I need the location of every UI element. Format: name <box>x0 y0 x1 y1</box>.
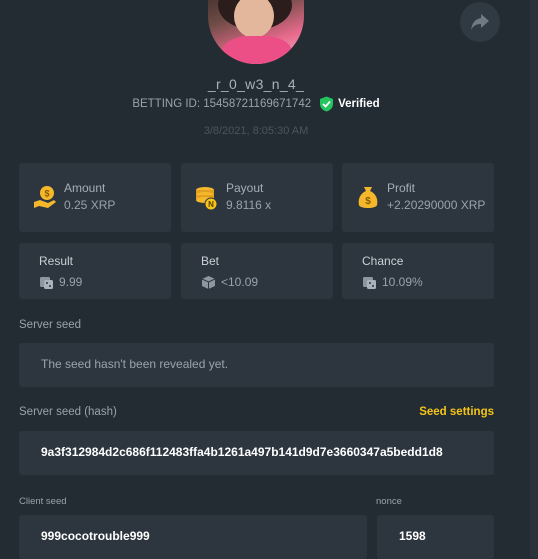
server-seed-hash-field[interactable]: 9a3f312984d2c686f112483ffa4b1261a497b141… <box>19 431 494 475</box>
server-seed-hash-value: 9a3f312984d2c686f112483ffa4b1261a497b141… <box>41 445 443 459</box>
betting-id: BETTING ID: 15458721169671742 <box>132 98 312 110</box>
result-value: 9.99 <box>59 275 83 289</box>
svg-text:N: N <box>208 200 214 209</box>
server-seed-label: Server seed <box>19 319 82 331</box>
nonce-value: 1598 <box>399 529 426 543</box>
payout-card: N Payout 9.8116 x <box>181 163 333 232</box>
verified-badge: Verified <box>319 96 380 112</box>
chance-label: Chance <box>362 254 404 268</box>
client-seed-field[interactable]: 999cocotrouble999 <box>19 515 367 559</box>
chance-value: 10.09% <box>382 275 423 289</box>
svg-text:$: $ <box>365 196 371 207</box>
coin-stack-icon: N <box>196 187 218 211</box>
verified-check-icon <box>320 96 334 112</box>
amount-value: 0.25 XRP <box>64 198 116 212</box>
server-seed-field: The seed hasn't been revealed yet. <box>19 343 494 387</box>
share-icon <box>471 14 489 30</box>
dice-icon <box>40 277 53 289</box>
svg-text:$: $ <box>44 189 49 199</box>
profit-value: +2.20290000 XRP <box>387 198 486 212</box>
betting-id-row: BETTING ID: 15458721169671742 Verified <box>0 96 512 112</box>
chance-card: Chance 10.09% <box>342 243 494 299</box>
amount-label: Amount <box>64 181 106 195</box>
money-bag-icon: $ <box>358 187 378 208</box>
share-button[interactable] <box>460 2 500 42</box>
result-card: Result 9.99 <box>19 243 171 299</box>
dice-icon <box>363 277 376 289</box>
payout-label: Payout <box>226 181 264 195</box>
server-seed-hash-label: Server seed (hash) <box>19 406 117 418</box>
verified-label: Verified <box>338 98 380 110</box>
cube-icon <box>201 276 216 289</box>
bet-card: Bet <10.09 <box>181 243 333 299</box>
bet-value: <10.09 <box>221 275 259 289</box>
payout-value: 9.8116 x <box>226 198 272 212</box>
bet-label: Bet <box>201 254 220 268</box>
nonce-label: nonce <box>376 496 402 507</box>
user-avatar <box>208 0 304 64</box>
username: _r_0_w3_n_4_ <box>207 76 305 92</box>
server-seed-value: The seed hasn't been revealed yet. <box>41 357 229 371</box>
client-seed-value: 999cocotrouble999 <box>41 529 150 543</box>
amount-card: $ Amount 0.25 XRP <box>19 163 171 232</box>
client-seed-label: Client seed <box>19 496 67 507</box>
scrollbar-track[interactable] <box>530 0 538 558</box>
seed-settings-link[interactable]: Seed settings <box>419 406 494 418</box>
nonce-field[interactable]: 1598 <box>377 515 494 559</box>
profit-label: Profit <box>387 181 416 195</box>
result-label: Result <box>39 254 74 268</box>
coins-hand-icon: $ <box>34 186 56 208</box>
bet-timestamp: 3/8/2021, 8:05:30 AM <box>203 125 309 137</box>
profit-card: $ Profit +2.20290000 XRP <box>342 163 494 232</box>
